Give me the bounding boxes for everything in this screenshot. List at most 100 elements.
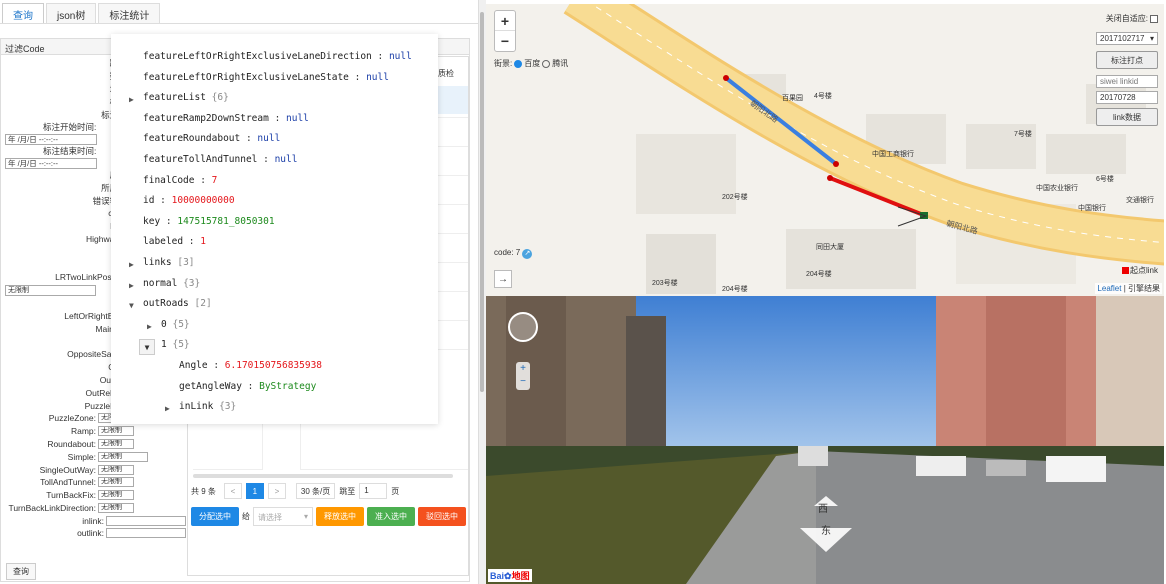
table-cell: [193, 420, 263, 470]
place-label: 202号楼: [722, 194, 748, 201]
expand-arrow-icon[interactable]: ▶: [129, 281, 134, 290]
expand-arrow-icon[interactable]: ▶: [147, 322, 152, 331]
form-select[interactable]: 无限制: [98, 451, 148, 462]
form-label: outlink:: [77, 528, 104, 539]
json-key: featureRamp2DownStream: [143, 112, 269, 124]
json-node[interactable]: outRoads [2]: [143, 298, 212, 309]
end-time-input[interactable]: 年 /月/日 --:--:--: [5, 157, 97, 169]
radio-baidu[interactable]: [514, 59, 523, 68]
assign-selected-button[interactable]: 分配选中: [191, 507, 239, 526]
json-node[interactable]: id : 10000000000: [143, 195, 235, 206]
siwei-linkid-input[interactable]: siwei linkid: [1096, 75, 1158, 88]
place-label: 4号楼: [814, 93, 832, 100]
form-select[interactable]: 无限制: [98, 477, 134, 488]
expand-arrow-icon[interactable]: ▶: [129, 95, 134, 104]
json-node[interactable]: Angle : 6.170150756835938: [179, 360, 322, 371]
expand-arrow-icon[interactable]: ▶: [165, 404, 170, 413]
release-selected-button[interactable]: 释放选中: [316, 507, 364, 526]
arrow-right-icon[interactable]: →: [494, 270, 512, 288]
json-node[interactable]: links [3]: [143, 257, 195, 268]
json-node[interactable]: key : 147515781_8050301: [143, 216, 275, 227]
json-node[interactable]: featureRamp2DownStream : null: [143, 113, 309, 124]
zoom-in-button[interactable]: +: [495, 11, 515, 31]
tab-json-tree[interactable]: json树: [46, 3, 97, 23]
collapse-arrow-icon[interactable]: ▼: [129, 301, 134, 310]
reject-selected-button[interactable]: 驳回选中: [418, 507, 466, 526]
pager-jump-input[interactable]: 1: [359, 483, 388, 499]
accept-selected-button[interactable]: 准入选中: [367, 507, 415, 526]
json-node[interactable]: featureList {6}: [143, 92, 229, 103]
json-node[interactable]: featureLeftOrRightExclusiveLaneDirection…: [143, 51, 412, 62]
legend-label: 起点link: [1129, 266, 1158, 275]
json-node[interactable]: 1 {5}: [161, 339, 190, 350]
start-time-input[interactable]: 年 /月/日 --:--:--: [5, 133, 97, 145]
date-input[interactable]: 20170728: [1096, 91, 1158, 104]
json-key: 0: [161, 318, 167, 330]
json-node[interactable]: finalCode : 7: [143, 175, 217, 186]
json-value: {6}: [211, 92, 229, 104]
form-row: SingleOutWay: 无限制: [1, 463, 186, 476]
form-row: Ramp: 无限制: [1, 425, 186, 438]
action-bar: 分配选中 给 请选择 ▾ 释放选中 准入选中 驳回选中: [191, 507, 466, 526]
map-view[interactable]: 朝阳北路 朝阳北路 中国工商银行 中国农业银行 中国银行 交通银行 百果园 4号…: [486, 4, 1164, 296]
json-node[interactable]: featureRoundabout : null: [143, 133, 280, 144]
json-key: key: [143, 215, 161, 227]
json-separator: :: [207, 360, 225, 371]
link-data-button[interactable]: link数据: [1096, 108, 1158, 126]
place-label: 203号楼: [652, 280, 678, 287]
chevron-down-icon: ▾: [1149, 34, 1154, 43]
panorama-zoom-control[interactable]: + −: [516, 362, 530, 390]
radio-tencent[interactable]: [542, 59, 551, 68]
pager-next-button[interactable]: >: [267, 483, 286, 499]
selected-table-row[interactable]: [438, 86, 468, 114]
map-legend: 起点link: [1121, 265, 1158, 276]
json-separator: :: [183, 236, 201, 248]
json-node[interactable]: featureTollAndTunnel : null: [143, 154, 297, 165]
json-node[interactable]: getAngleWay : ByStrategy: [179, 381, 316, 392]
form-select[interactable]: [106, 515, 186, 526]
scrollbar-thumb[interactable]: [480, 12, 484, 392]
version-value: 2017102717: [1100, 34, 1145, 43]
auto-fit-checkbox[interactable]: [1150, 14, 1158, 23]
form-select[interactable]: 无限制: [98, 464, 134, 475]
street-panorama[interactable]: + − 西 东 Bai✿地图: [486, 296, 1164, 584]
json-tree-popup: featureLeftOrRightExclusiveLaneDirection…: [111, 34, 438, 424]
zoom-out-button[interactable]: −: [495, 31, 515, 51]
json-value: 147515781_8050301: [177, 215, 275, 227]
json-value: [3]: [177, 257, 195, 268]
mark-point-button[interactable]: 标注打点: [1096, 51, 1158, 69]
json-node[interactable]: 0 {5}: [161, 319, 190, 330]
pager-page-unit: 页: [391, 486, 400, 496]
json-node[interactable]: normal {3}: [143, 278, 200, 289]
form-select[interactable]: 无限制: [98, 438, 134, 449]
column-header-qc: 质检: [438, 69, 454, 78]
pager-page-1[interactable]: 1: [245, 483, 264, 499]
json-node[interactable]: featureLeftOrRightExclusiveLaneState : n…: [143, 72, 389, 83]
form-select[interactable]: 无限制: [98, 426, 134, 437]
lrtwo-select[interactable]: 无限制: [5, 284, 96, 296]
version-select[interactable]: 2017102717 ▾: [1096, 32, 1158, 45]
form-select[interactable]: 无限制: [98, 490, 134, 501]
query-button[interactable]: 查询: [6, 563, 36, 580]
expand-arrow-icon[interactable]: ▶: [129, 260, 134, 269]
tab-query[interactable]: 查询: [2, 3, 44, 23]
collapse-arrow-icon[interactable]: ▼: [139, 339, 155, 356]
json-key: Angle: [179, 360, 208, 371]
pager-prev-button[interactable]: <: [223, 483, 242, 499]
json-node[interactable]: labeled : 1: [143, 236, 206, 247]
assignee-select[interactable]: 请选择 ▾: [253, 507, 313, 526]
page-size-select[interactable]: 30 条/页: [295, 483, 336, 499]
tab-stats[interactable]: 标注统计: [98, 3, 161, 23]
json-value: null: [274, 154, 298, 165]
code-text: code: 7: [494, 248, 521, 257]
json-separator: :: [268, 112, 287, 124]
form-select[interactable]: [106, 528, 186, 539]
place-label: 6号楼: [1096, 176, 1114, 183]
table-horizontal-scrollbar[interactable]: [193, 474, 453, 478]
pager-total: 共 9 条: [191, 486, 216, 496]
form-select[interactable]: 无限制: [98, 502, 134, 513]
direction-east-label: 东: [821, 526, 831, 537]
leaflet-link[interactable]: Leaflet: [1097, 284, 1121, 293]
compass-control[interactable]: [508, 312, 538, 342]
json-node[interactable]: inLink {3}: [179, 401, 236, 412]
